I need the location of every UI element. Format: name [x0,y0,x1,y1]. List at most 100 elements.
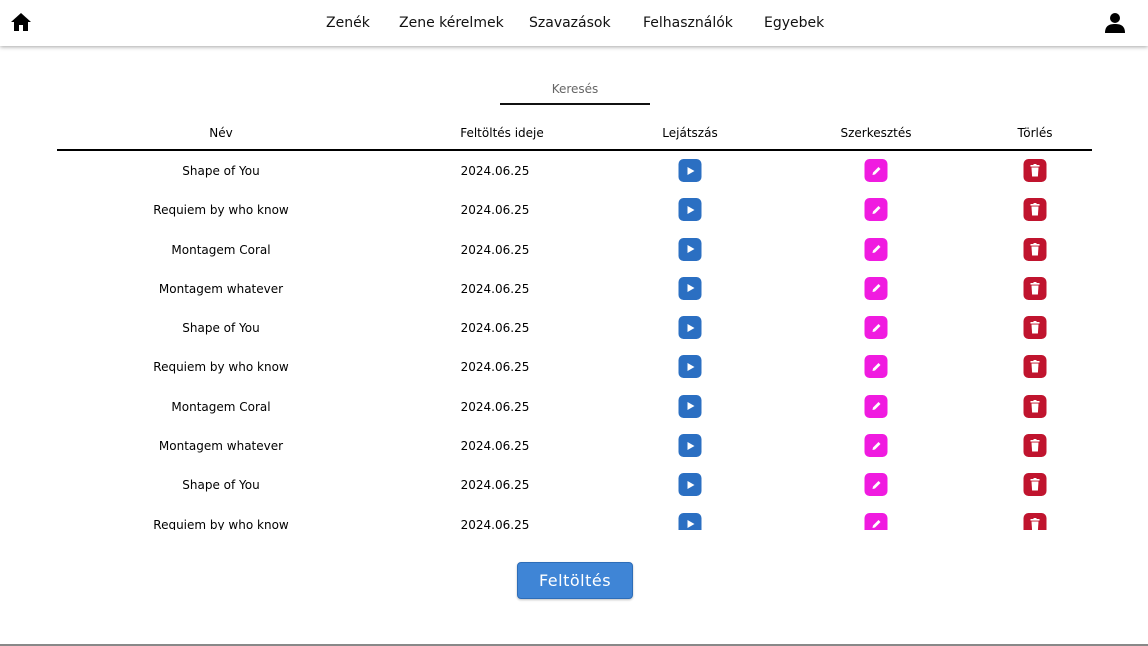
play-button[interactable] [678,237,702,261]
song-name: Shape of You [182,478,260,493]
delete-button[interactable] [1023,237,1047,261]
songs-table: Név Feltöltés ideje Lejátszás Szerkeszté… [57,118,1092,530]
table-row: Shape of You 2024.06.25 [57,308,1092,347]
edit-button[interactable] [864,512,888,530]
play-icon [685,205,695,215]
table-row: Requiem by who know 2024.06.25 [57,505,1092,530]
play-button[interactable] [678,473,702,497]
pencil-icon [870,518,882,530]
song-name: Shape of You [182,321,260,336]
trash-icon [1030,321,1041,334]
upload-date: 2024.06.25 [460,242,530,257]
delete-button[interactable] [1023,276,1047,300]
upload-date: 2024.06.25 [460,164,530,178]
pencil-icon [870,400,882,412]
play-icon [685,323,695,333]
upload-button[interactable]: Feltöltés [517,562,633,599]
delete-button[interactable] [1023,434,1047,458]
edit-button[interactable] [864,434,888,458]
search-box [500,78,650,105]
upload-date: 2024.06.25 [460,321,530,336]
play-icon [685,362,695,372]
table-row: Montagem whatever 2024.06.25 [57,269,1092,308]
header-play: Lejátszás [662,126,718,140]
delete-button[interactable] [1023,159,1047,182]
pencil-icon [870,361,882,373]
main-nav: Zenék Zene kérelmek Szavazások Felhaszná… [0,0,1148,46]
header-name: Név [209,126,233,140]
table-row: Montagem Coral 2024.06.25 [57,230,1092,269]
top-navbar: Zenék Zene kérelmek Szavazások Felhaszná… [0,0,1148,46]
play-icon [685,401,695,411]
user-icon[interactable] [1104,12,1126,34]
nav-item-zenek[interactable]: Zenék [326,14,370,32]
search-input[interactable] [500,79,650,105]
trash-icon [1030,360,1041,373]
header-delete: Törlés [1017,126,1053,140]
play-icon [685,519,695,529]
trash-icon [1030,164,1041,177]
edit-button[interactable] [864,198,888,222]
upload-date: 2024.06.25 [460,439,530,454]
play-icon [685,283,695,293]
nav-item-felhasznalok[interactable]: Felhasználók [643,14,733,32]
play-button[interactable] [678,276,702,300]
edit-button[interactable] [864,237,888,261]
play-icon [685,244,695,254]
table-row: Shape of You 2024.06.25 [57,465,1092,504]
pencil-icon [870,440,882,452]
song-name: Montagem whatever [158,281,284,296]
play-button[interactable] [678,394,702,418]
play-button[interactable] [678,198,702,222]
pencil-icon [870,322,882,334]
trash-icon [1030,478,1041,491]
edit-button[interactable] [864,276,888,300]
delete-button[interactable] [1023,473,1047,497]
play-button[interactable] [678,512,702,530]
table-row: Requiem by who know 2024.06.25 [57,347,1092,386]
delete-button[interactable] [1023,198,1047,222]
pencil-icon [870,204,882,216]
edit-button[interactable] [864,394,888,418]
trash-icon [1030,281,1041,295]
pencil-icon [870,282,882,294]
delete-button[interactable] [1023,512,1047,530]
edit-button[interactable] [864,316,888,340]
trash-icon [1030,203,1041,216]
edit-button[interactable] [864,473,888,497]
play-button[interactable] [678,434,702,458]
play-icon [685,441,695,451]
nav-item-zene-kerelmek[interactable]: Zene kérelmek [399,14,504,32]
delete-button[interactable] [1023,316,1047,340]
play-button[interactable] [678,159,702,182]
table-body[interactable]: Shape of You 2024.06.25 Requiem by who kno… [57,151,1092,530]
upload-date: 2024.06.25 [460,203,530,218]
delete-button[interactable] [1023,355,1047,379]
trash-icon [1030,242,1041,256]
song-name: Montagem Coral [171,399,271,414]
header-upload-date: Feltöltés ideje [460,126,544,140]
edit-button[interactable] [864,159,888,182]
upload-date: 2024.06.25 [460,281,530,296]
play-button[interactable] [678,316,702,340]
song-name: Requiem by who know [153,360,289,375]
table-row: Requiem by who know 2024.06.25 [57,190,1092,229]
upload-date: 2024.06.25 [460,399,530,414]
trash-icon [1030,517,1041,530]
edit-button[interactable] [864,355,888,379]
pencil-icon [870,479,882,491]
play-icon [685,166,695,176]
song-name: Requiem by who know [153,517,289,530]
nav-item-egyebek[interactable]: Egyebek [764,14,824,32]
table-row: Montagem whatever 2024.06.25 [57,426,1092,465]
table-header: Név Feltöltés ideje Lejátszás Szerkeszté… [57,118,1092,151]
header-edit: Szerkesztés [840,126,912,140]
upload-date: 2024.06.25 [460,360,530,375]
table-row: Shape of You 2024.06.25 [57,151,1092,190]
upload-date: 2024.06.25 [460,478,530,493]
play-button[interactable] [678,355,702,379]
pencil-icon [870,165,882,177]
nav-item-szavazasok[interactable]: Szavazások [529,14,611,32]
delete-button[interactable] [1023,394,1047,418]
song-name: Requiem by who know [153,203,289,218]
